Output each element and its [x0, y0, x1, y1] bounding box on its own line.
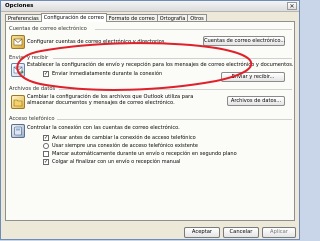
annotation-ellipse: [16, 42, 252, 91]
tab-configuracion-de-correo[interactable]: Configuración de correo: [40, 13, 107, 22]
accept-button[interactable]: Aceptar: [184, 227, 220, 238]
cancel-button[interactable]: Cancelar: [223, 227, 259, 238]
options-dialog: Opciones ✕ Preferencias Configuración de…: [0, 0, 300, 240]
apply-button[interactable]: Aplicar: [262, 227, 296, 238]
